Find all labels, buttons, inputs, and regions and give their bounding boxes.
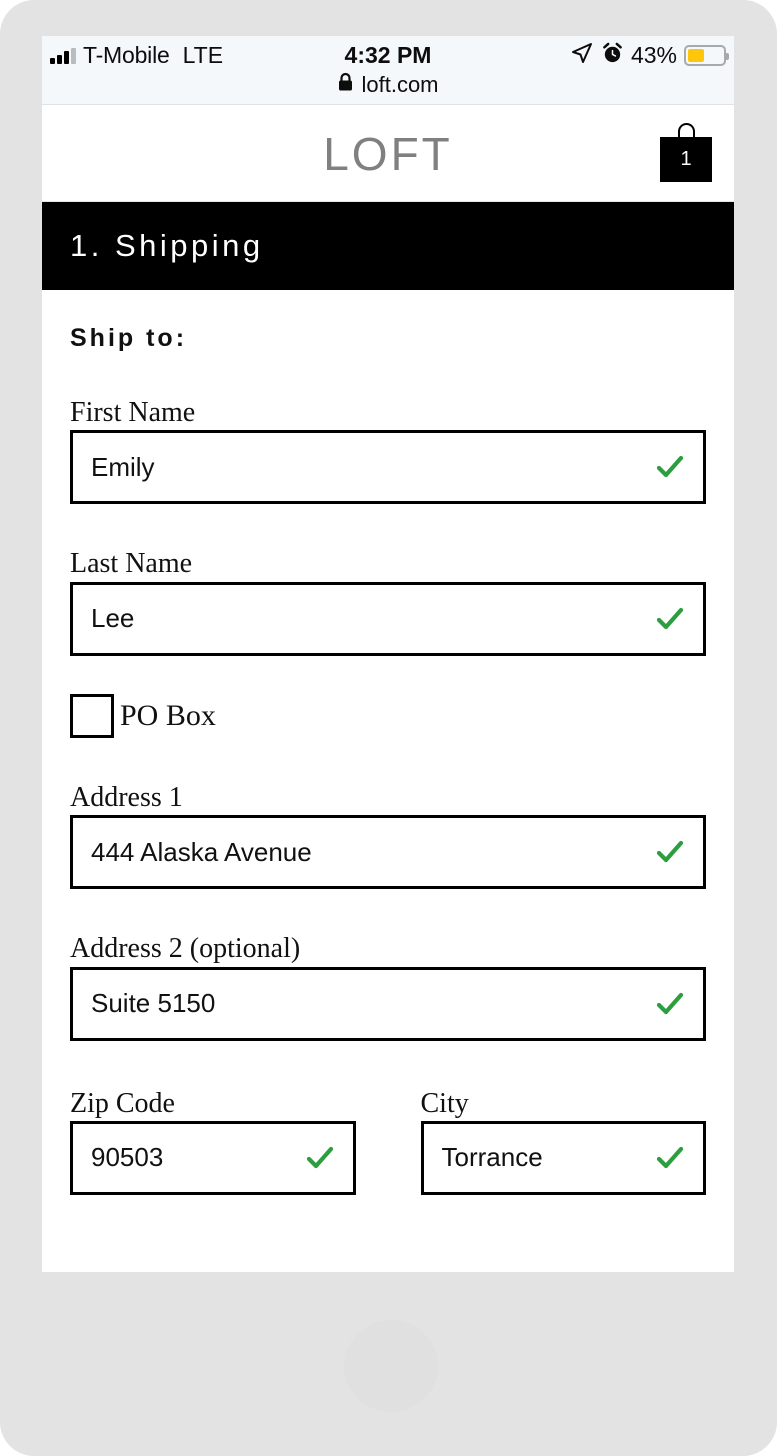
zip-code-input[interactable]: 90503 [70,1120,356,1195]
first-name-input[interactable]: Emily [70,430,706,505]
loft-logo[interactable]: LOFT [42,127,734,181]
city-label: City [420,1087,469,1119]
valid-check-icon [305,1143,335,1173]
battery-percent-label: 43% [630,42,677,68]
field-address-1: Address 1 444 Alaska Avenue [70,781,706,890]
po-box-checkbox[interactable] [70,693,114,738]
first-name-label: First Name [70,397,196,428]
location-arrow-icon [570,41,594,70]
checkout-step-header: 1. Shipping [42,202,734,290]
zip-city-row: Zip Code 90503 City Torrance [70,1087,706,1195]
phone-screen: T-Mobile LTE 4:32 PM 43% loft.com LOFT 1… [42,36,734,1272]
address-2-label: Address 2 (optional) [70,933,301,965]
zip-code-label: Zip Code [70,1087,175,1119]
lock-icon [337,72,354,98]
valid-check-icon [655,452,685,482]
shopping-bag-icon[interactable]: 1 [660,123,712,185]
url-label: loft.com [361,72,439,97]
first-name-value: Emily [91,451,155,482]
last-name-value: Lee [91,603,135,634]
last-name-input[interactable]: Lee [70,581,706,656]
field-address-2: Address 2 (optional) Suite 5150 [70,933,706,1041]
shipping-form: Ship to: First Name Emily Last Name Lee … [42,324,734,1195]
city-value: Torrance [441,1142,543,1173]
valid-check-icon [655,1143,685,1173]
field-last-name: Last Name Lee [70,548,706,656]
zip-code-value: 90503 [91,1142,164,1173]
status-bar-right: 43% [570,41,729,70]
address-bar[interactable]: loft.com [42,72,734,98]
field-zip-code: Zip Code 90503 [70,1087,356,1195]
phone-device-frame: T-Mobile LTE 4:32 PM 43% loft.com LOFT 1… [0,0,777,1456]
city-input[interactable]: Torrance [420,1120,706,1195]
last-name-label: Last Name [70,548,193,580]
po-box-row[interactable]: PO Box [70,693,706,738]
alarm-clock-icon [601,42,624,70]
address-2-value: Suite 5150 [91,988,216,1019]
ship-to-heading: Ship to: [70,324,188,352]
valid-check-icon [655,604,685,634]
address-1-label: Address 1 [70,781,183,813]
site-header: LOFT 1 [42,105,734,202]
battery-icon [684,45,729,66]
home-button[interactable] [344,1320,438,1412]
cart-count-badge: 1 [680,148,692,170]
field-city: City Torrance [420,1087,706,1195]
status-bar: T-Mobile LTE 4:32 PM 43% loft.com [42,36,734,105]
address-2-input[interactable]: Suite 5150 [70,966,706,1041]
valid-check-icon [655,837,685,867]
address-1-input[interactable]: 444 Alaska Avenue [70,815,706,890]
step-title: 1. Shipping [70,228,264,263]
valid-check-icon [655,989,685,1019]
po-box-label: PO Box [120,698,216,732]
field-first-name: First Name Emily [70,397,706,505]
address-1-value: 444 Alaska Avenue [91,836,312,867]
